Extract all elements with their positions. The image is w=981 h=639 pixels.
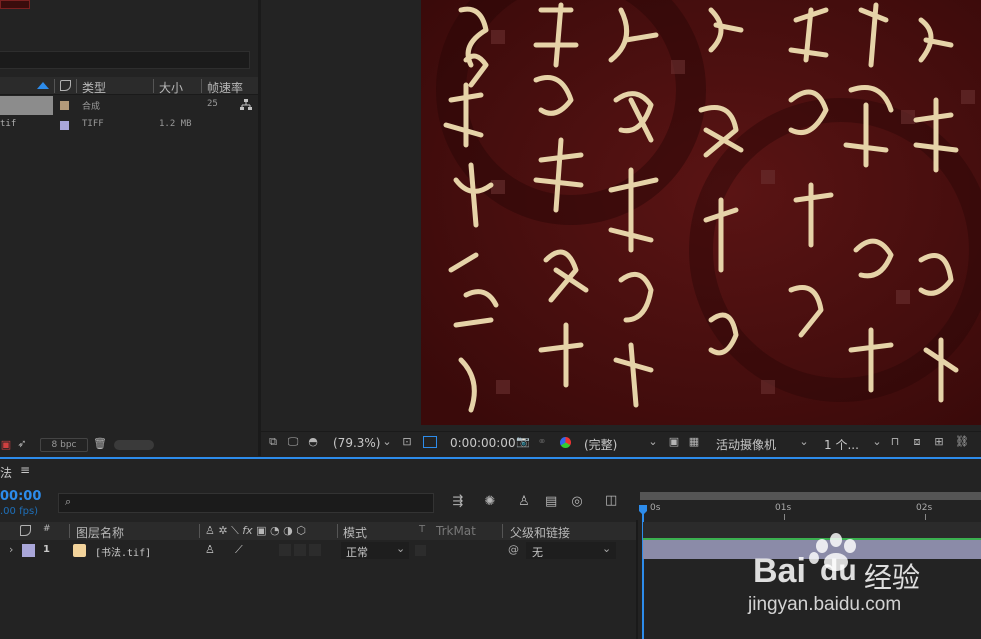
column-layer-name[interactable]: 图层名称 <box>76 524 124 541</box>
chevron-down-icon: ⌄ <box>602 542 612 555</box>
motion-blur-icon[interactable]: ◎ <box>571 495 583 508</box>
composition-canvas[interactable] <box>421 0 981 425</box>
project-footer: ▣ ➶ 8 bpc 🗑 <box>0 435 258 455</box>
trash-icon[interactable]: 🗑 <box>93 438 107 450</box>
sort-arrow-icon[interactable] <box>37 82 49 89</box>
ruler-tick-0: 0s <box>650 503 661 513</box>
chevron-down-icon: ⌄ <box>396 542 406 555</box>
share-view-icon[interactable]: ⊓ <box>889 436 901 448</box>
layer-label-swatch[interactable] <box>22 544 35 557</box>
project-panel: 类型 大小 帧速率 合成 25 tif TIFF 1.2 MB ▣ ➶ 8 bp… <box>0 0 258 456</box>
time-ruler[interactable]: 0s 01s 02s <box>638 490 981 520</box>
comp-mini-flowchart-icon[interactable]: ⇶ <box>452 495 464 508</box>
label-swatch[interactable] <box>60 121 69 130</box>
watermark-brand: Bai <box>753 552 806 590</box>
flowchart-icon[interactable] <box>240 99 252 111</box>
expand-chevron-icon[interactable]: › <box>9 543 13 556</box>
color-channels-icon[interactable] <box>560 437 571 448</box>
send-to-encoder-icon[interactable]: ➶ <box>16 438 28 450</box>
timeline-tab[interactable]: 法 ≡ <box>0 462 80 480</box>
mask-visibility-icon[interactable]: ◓ <box>307 436 319 448</box>
flowchart-icon[interactable]: ⛓ <box>955 436 969 448</box>
layer-row[interactable]: › 1 [书法.tif] ♙ ⟋ 正常 ⌄ @ 无 ⌄ <box>0 541 636 560</box>
ruler-tick-1: 01s <box>775 503 792 513</box>
region-of-interest-icon[interactable]: ▣ <box>668 436 680 448</box>
label-swatch[interactable] <box>60 101 69 110</box>
chevron-down-icon[interactable]: ⌄ <box>871 436 883 448</box>
column-parent[interactable]: 父级和链接 <box>510 524 570 541</box>
panel-menu-badge <box>0 0 30 9</box>
column-t: T <box>419 524 426 535</box>
watermark-product: 经验 <box>864 561 921 594</box>
column-trkmat[interactable]: TrkMat <box>436 524 476 538</box>
frame-blending-icon[interactable]: ▤ <box>545 495 557 508</box>
watermark-brand-2: du <box>820 554 857 587</box>
chevron-down-icon[interactable]: ⌄ <box>798 436 810 448</box>
viewer-toolbar: ⧉ 🖵 ◓ (79.3%) ⌄ ⊡ 0:00:00:00 📷 ⚭ (完整) ⌄ … <box>261 431 981 453</box>
switches-icons: ♙ ✲ ⟍ fx ▣ ◔ ◑ ⬡ <box>205 524 306 537</box>
trkmat-box[interactable] <box>415 545 426 556</box>
thumbnail-slider[interactable] <box>114 440 154 450</box>
label-tag-icon[interactable] <box>20 525 31 536</box>
project-column-header: 类型 大小 帧速率 <box>0 77 258 95</box>
resolution-dropdown[interactable]: (完整) <box>584 436 617 453</box>
panel-menu-icon[interactable]: ≡ <box>20 463 30 477</box>
timeline-search-input[interactable]: ⌕ <box>58 493 434 513</box>
fit-region-icon[interactable]: ⊡ <box>401 436 413 448</box>
zoom-dropdown[interactable]: (79.3%) <box>333 436 380 450</box>
pickwhip-icon[interactable]: @ <box>508 543 519 556</box>
label-tag-icon[interactable] <box>60 80 71 91</box>
ruler-tick-2: 02s <box>916 503 933 513</box>
camera-dropdown[interactable]: 活动摄像机 <box>716 436 776 453</box>
view-layout-dropdown[interactable]: 1 个... <box>824 436 859 453</box>
reset-exposure-icon[interactable]: ⧈ <box>911 436 923 448</box>
quality-switch-icon[interactable]: ⟋ <box>235 543 243 557</box>
column-size[interactable]: 大小 <box>159 79 183 96</box>
transparency-grid-icon[interactable] <box>423 436 437 448</box>
project-item-tiff[interactable]: tif TIFF 1.2 MB <box>0 116 258 135</box>
column-fps[interactable]: 帧速率 <box>207 79 243 96</box>
baidu-watermark: Bai du 经验 jingyan.baidu.com <box>748 530 980 630</box>
column-type[interactable]: 类型 <box>82 79 106 96</box>
bit-depth-button[interactable]: 8 bpc <box>40 438 88 452</box>
watermark-url: jingyan.baidu.com <box>748 594 902 615</box>
search-icon: ⌕ <box>65 495 72 508</box>
image-layer-icon <box>73 544 86 557</box>
column-mode[interactable]: 模式 <box>343 524 367 541</box>
timeline-timecode[interactable]: 00:00 <box>0 489 41 504</box>
column-num: # <box>43 524 51 534</box>
flowchart-toggle-icon[interactable]: ▣ <box>0 439 12 451</box>
draft-3d-icon[interactable]: ✺ <box>484 495 496 508</box>
show-snapshot-icon[interactable]: ⚭ <box>536 436 548 448</box>
camera-snapshot-icon[interactable]: 📷 <box>516 436 530 448</box>
shy-switch-icon[interactable]: ♙ <box>205 543 215 556</box>
layer-name[interactable]: [书法.tif] <box>95 544 151 559</box>
current-time[interactable]: 0:00:00:00 <box>450 436 516 450</box>
3d-renderer-icon[interactable]: ⊞ <box>933 436 945 448</box>
monitor-icon[interactable]: 🖵 <box>287 436 299 448</box>
parent-dropdown[interactable]: 无 ⌄ <box>526 542 616 559</box>
calligraphy-image <box>421 0 981 425</box>
blend-mode-dropdown[interactable]: 正常 ⌄ <box>341 542 409 559</box>
layer-index: 1 <box>43 544 50 555</box>
always-preview-icon[interactable]: ⧉ <box>267 436 279 448</box>
chevron-down-icon[interactable]: ⌄ <box>647 436 659 448</box>
layer-column-header: # 图层名称 ♙ ✲ ⟍ fx ▣ ◔ ◑ ⬡ 模式 T TrkMat 父级和链… <box>0 522 636 540</box>
graph-editor-icon[interactable]: ◫ <box>605 494 617 507</box>
chevron-down-icon[interactable]: ⌄ <box>381 436 393 448</box>
transparency-toggle-icon[interactable]: ▦ <box>688 436 700 448</box>
timeline-divider[interactable] <box>636 520 638 639</box>
hide-shy-layers-icon[interactable]: ♙ <box>518 495 530 508</box>
timeline-fps: .00 fps) <box>0 506 39 517</box>
work-area-bar[interactable] <box>640 492 981 500</box>
project-search-input[interactable] <box>0 51 250 69</box>
project-item-comp[interactable]: 合成 25 <box>0 96 258 115</box>
